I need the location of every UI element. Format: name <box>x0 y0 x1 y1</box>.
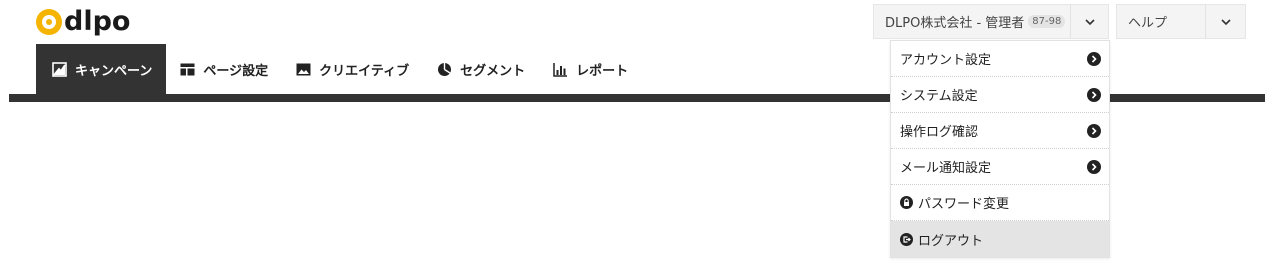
menu-item-label: パスワード変更 <box>918 197 1010 212</box>
chevron-down-icon <box>1221 18 1231 25</box>
nav-tab-report[interactable]: レポート <box>539 44 642 94</box>
nav-tab-label: レポート <box>576 63 629 79</box>
nav-tab-label: セグメント <box>460 63 526 79</box>
menu-item-system-settings[interactable]: システム設定 <box>891 77 1109 113</box>
help-menu[interactable]: ヘルプ <box>1116 4 1246 39</box>
logo-mark-icon <box>36 9 62 35</box>
menu-item-logout[interactable]: ログアウト <box>891 221 1109 257</box>
nav-tab-campaign[interactable]: キャンペーン <box>36 44 167 94</box>
menu-item-label: メール通知設定 <box>900 161 992 176</box>
help-label: ヘルプ <box>1128 16 1168 31</box>
menu-item-mail-notification[interactable]: メール通知設定 <box>891 149 1109 185</box>
nav-tab-label: クリエイティブ <box>319 63 410 79</box>
logo-text: dlpo <box>64 6 131 37</box>
layout-icon <box>180 63 195 75</box>
menu-item-account-settings[interactable]: アカウント設定 <box>891 41 1109 77</box>
nav-tab-page-settings[interactable]: ページ設定 <box>166 44 282 94</box>
account-id-badge: 87-98 <box>1028 15 1066 28</box>
chevron-down-icon <box>1085 18 1095 25</box>
main-nav: キャンペーン ページ設定 クリエイティブ セグメント レポート <box>36 44 642 94</box>
account-dropdown-toggle[interactable] <box>1070 5 1109 38</box>
nav-tab-label: キャンペーン <box>75 63 153 79</box>
menu-item-label: 操作ログ確認 <box>900 125 979 140</box>
help-dropdown-toggle[interactable] <box>1205 5 1246 38</box>
menu-item-operation-log[interactable]: 操作ログ確認 <box>891 113 1109 149</box>
chevron-right-circle-icon <box>1087 88 1101 102</box>
logo[interactable]: dlpo <box>36 8 130 36</box>
account-label: DLPO株式会社 - 管理者 <box>885 16 1025 31</box>
logout-icon <box>900 232 913 246</box>
menu-item-label: システム設定 <box>900 89 978 104</box>
account-selector[interactable]: DLPO株式会社 - 管理者 87-98 <box>873 4 1109 39</box>
image-icon <box>296 63 311 75</box>
nav-tab-segment[interactable]: セグメント <box>423 44 539 94</box>
chevron-right-circle-icon <box>1087 160 1101 174</box>
chevron-right-circle-icon <box>1087 52 1101 66</box>
menu-item-label: ログアウト <box>918 233 984 249</box>
lock-icon <box>900 196 913 209</box>
pie-chart-icon <box>438 62 452 76</box>
menu-item-label: アカウント設定 <box>900 53 992 68</box>
chevron-right-circle-icon <box>1087 124 1101 138</box>
bar-chart-icon <box>553 62 568 77</box>
campaign-icon <box>52 61 67 77</box>
nav-tab-label: ページ設定 <box>203 63 269 79</box>
account-dropdown-menu: アカウント設定 システム設定 操作ログ確認 メール通知設定 パスワード変更 ログ… <box>890 40 1110 258</box>
nav-tab-creative[interactable]: クリエイティブ <box>282 44 423 94</box>
menu-item-change-password[interactable]: パスワード変更 <box>891 185 1109 221</box>
